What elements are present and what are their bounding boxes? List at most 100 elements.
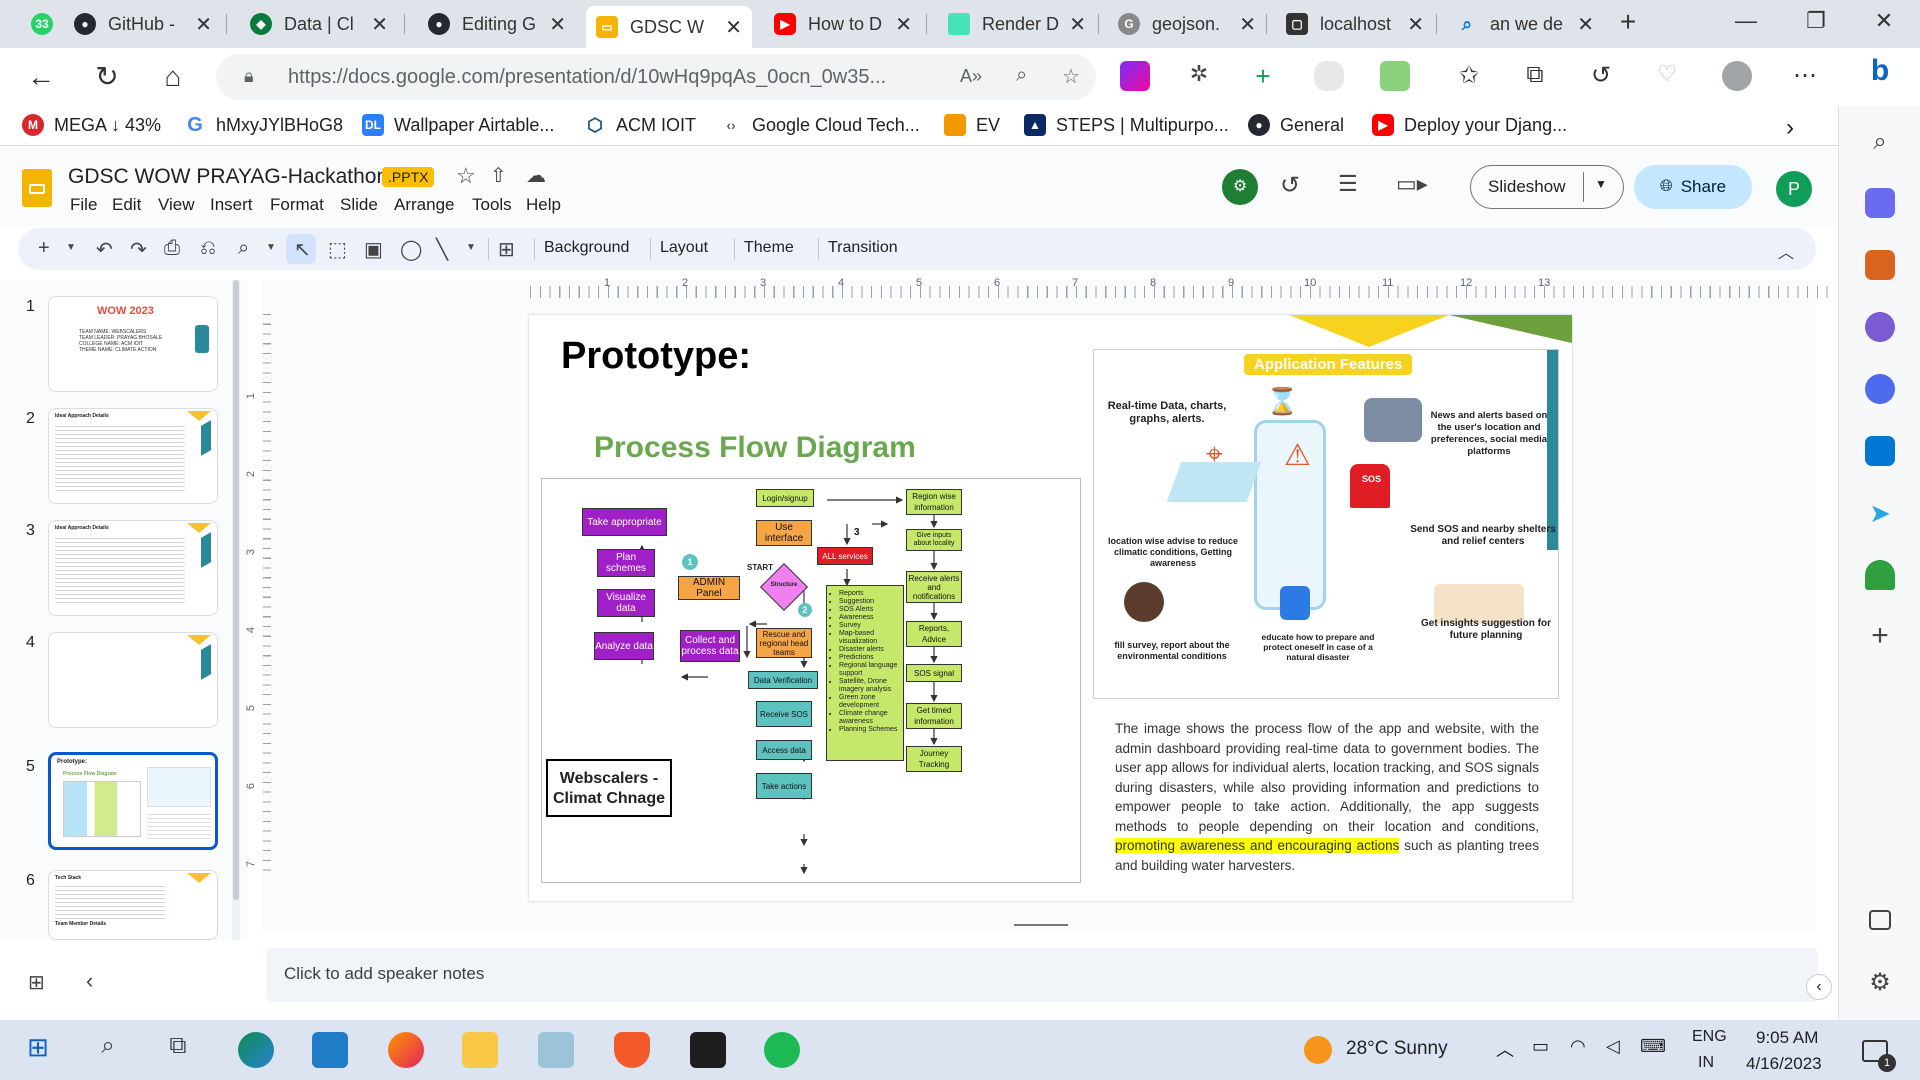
- add-sidebar-app-icon[interactable]: +: [1865, 621, 1895, 652]
- collapse-filmstrip-chevron-icon[interactable]: ‹: [86, 968, 93, 994]
- restore-button[interactable]: ❐: [1796, 8, 1836, 34]
- favorite-add-icon[interactable]: ☆: [1062, 64, 1080, 89]
- favorites-icon[interactable]: ✩: [1454, 61, 1484, 91]
- meet-camera-icon[interactable]: ▭▸: [1396, 171, 1428, 197]
- performance-icon[interactable]: ♡: [1652, 61, 1682, 91]
- grid-view-icon[interactable]: ⊞: [28, 970, 45, 995]
- close-icon[interactable]: ✕: [549, 12, 566, 37]
- layout-button[interactable]: Layout: [660, 239, 708, 257]
- brave-icon[interactable]: [614, 1032, 650, 1068]
- tab-whatsapp[interactable]: 33: [20, 6, 64, 42]
- profile-avatar[interactable]: [1722, 61, 1752, 91]
- weather-text[interactable]: 28°C Sunny: [1346, 1038, 1448, 1060]
- account-avatar[interactable]: P: [1776, 171, 1812, 207]
- slides-logo-icon[interactable]: [22, 169, 52, 207]
- image-icon[interactable]: ▣: [364, 237, 383, 262]
- bookmark-google[interactable]: GhMxyJYlBHoG8: [184, 114, 343, 136]
- version-history-icon[interactable]: ↺: [1280, 171, 1300, 200]
- current-slide[interactable]: Prototype: Process Flow Diagram Take app…: [529, 315, 1572, 901]
- clock-time[interactable]: 9:05 AM: [1756, 1028, 1818, 1048]
- close-window-button[interactable]: ✕: [1864, 8, 1904, 34]
- vscode-icon[interactable]: [312, 1032, 348, 1068]
- tab-gdsc-active[interactable]: ▭ GDSC W ✕: [586, 6, 752, 48]
- slide-thumbnail-3[interactable]: Idea/ Approach Details: [48, 520, 218, 616]
- firefox-icon[interactable]: [388, 1032, 424, 1068]
- tab-localhost[interactable]: ▢ localhost ✕: [1276, 6, 1434, 42]
- close-icon[interactable]: ✕: [371, 12, 388, 37]
- minimize-button[interactable]: —: [1726, 8, 1766, 34]
- collapse-chevron-icon[interactable]: ︿: [1778, 239, 1794, 263]
- move-folder-icon[interactable]: ⇧: [490, 163, 507, 188]
- bing-chat-icon[interactable]: b: [1860, 54, 1900, 94]
- share-button[interactable]: 🌐︎ Share: [1634, 165, 1752, 209]
- redo-icon[interactable]: ↷: [130, 237, 147, 262]
- read-aloud-icon[interactable]: A»: [960, 66, 982, 87]
- speaker-notes[interactable]: Click to add speaker notes: [266, 948, 1818, 1002]
- send-icon[interactable]: ➤: [1865, 498, 1895, 528]
- tab-geojson[interactable]: G geojson. ✕: [1108, 6, 1266, 42]
- zoom-icon[interactable]: ⌕: [1016, 64, 1027, 87]
- games-icon[interactable]: [1865, 312, 1895, 342]
- back-button[interactable]: ←: [24, 60, 58, 94]
- bookmark-steps[interactable]: ▲ STEPS | Multipurpo...: [1024, 114, 1229, 136]
- side-panel-chevron-icon[interactable]: ‹: [1806, 974, 1832, 1000]
- slide-thumbnail-2[interactable]: Idea/ Approach Details: [48, 408, 218, 504]
- close-icon[interactable]: ✕: [895, 12, 912, 37]
- spotify-icon[interactable]: [764, 1032, 800, 1068]
- microsoft365-icon[interactable]: [1865, 374, 1895, 404]
- new-slide-icon[interactable]: +: [38, 237, 50, 260]
- zoom-icon[interactable]: ⌕: [238, 237, 249, 260]
- tab-github[interactable]: ● GitHub - ✕: [64, 6, 222, 42]
- document-title[interactable]: GDSC WOW PRAYAG-Hackathon: [68, 165, 388, 189]
- edge-browser-icon[interactable]: [238, 1032, 274, 1068]
- slide-thumbnail-4[interactable]: [48, 632, 218, 728]
- history-icon[interactable]: ↺: [1586, 61, 1616, 91]
- wifi-icon[interactable]: ◠: [1570, 1036, 1586, 1057]
- slideshow-button[interactable]: Slideshow ▼: [1470, 165, 1624, 209]
- menu-format[interactable]: Format: [270, 195, 324, 215]
- menu-insert[interactable]: Insert: [210, 195, 253, 215]
- bug-extension-icon[interactable]: ✲: [1184, 61, 1214, 91]
- background-button[interactable]: Background: [544, 239, 629, 257]
- file-explorer-icon[interactable]: [462, 1032, 498, 1068]
- chevron-down-icon[interactable]: ▼: [266, 242, 276, 253]
- tree-icon[interactable]: [1865, 560, 1895, 590]
- shopping-icon[interactable]: [1865, 188, 1895, 218]
- tab-data[interactable]: ◆ Data | Cl ✕: [240, 6, 398, 42]
- clock-date[interactable]: 4/16/2023: [1746, 1054, 1822, 1074]
- bookmark-ev[interactable]: EV: [944, 114, 1000, 136]
- close-icon[interactable]: ✕: [195, 12, 212, 37]
- bookmarks-overflow-chevron-icon[interactable]: ›: [1786, 114, 1794, 142]
- collections-icon[interactable]: ⧉: [1520, 61, 1550, 91]
- menu-view[interactable]: View: [158, 195, 195, 215]
- close-icon[interactable]: ✕: [725, 15, 742, 40]
- theme-button[interactable]: Theme: [744, 239, 794, 257]
- extension-icon[interactable]: [1120, 61, 1150, 91]
- filmstrip-scrollbar[interactable]: [233, 280, 239, 900]
- home-button[interactable]: ⌂: [156, 60, 190, 94]
- slide-thumbnail-1[interactable]: WOW 2023 TEAM NAME: WEBSCALERS TEAM LEAD…: [48, 296, 218, 392]
- close-icon[interactable]: ✕: [1577, 12, 1594, 37]
- bookmark-general[interactable]: ● General: [1248, 114, 1344, 136]
- line-icon[interactable]: ╲: [436, 237, 448, 262]
- bookmark-mega[interactable]: M MEGA ↓ 43%: [22, 114, 161, 136]
- terminal-icon[interactable]: [690, 1032, 726, 1068]
- star-icon[interactable]: ☆: [456, 163, 476, 189]
- tab-search[interactable]: ⌕ an we de ✕: [1446, 6, 1604, 42]
- bookmark-django[interactable]: ▶ Deploy your Djang...: [1372, 114, 1567, 136]
- shape-icon[interactable]: ◯: [400, 237, 422, 262]
- more-menu-icon[interactable]: ⋯: [1790, 61, 1820, 91]
- close-icon[interactable]: ✕: [1069, 12, 1086, 37]
- app-icon[interactable]: [538, 1032, 574, 1068]
- cloud-status-icon[interactable]: ☁: [526, 163, 546, 188]
- paint-format-icon[interactable]: ⎌: [200, 237, 216, 260]
- url-field[interactable]: 🔒︎ https://docs.google.com/presentation/…: [216, 54, 1096, 100]
- chevron-down-icon[interactable]: ▼: [66, 242, 76, 253]
- addon-icon[interactable]: ⚙: [1222, 169, 1258, 205]
- bookmark-gdsc[interactable]: ‹› Google Cloud Tech...: [720, 114, 919, 136]
- search-icon[interactable]: ⌕: [1865, 128, 1895, 158]
- keyboard-icon[interactable]: ⌨: [1640, 1036, 1666, 1057]
- frame-icon[interactable]: ⬚: [328, 237, 347, 262]
- close-icon[interactable]: ✕: [1407, 12, 1424, 37]
- tab-youtube[interactable]: ▶ How to D ✕: [764, 6, 922, 42]
